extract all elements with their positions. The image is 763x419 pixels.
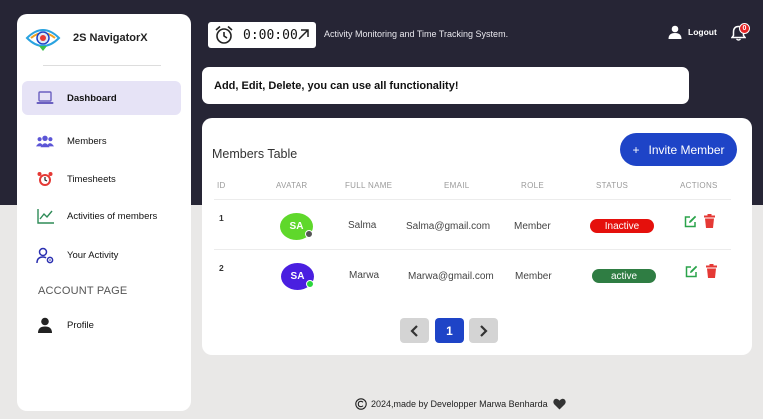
notice-banner: Add, Edit, Delete, you can use all funct… [202, 67, 689, 104]
member-role: Member [515, 271, 552, 282]
invite-member-button[interactable]: + Invite Member [620, 133, 737, 166]
sidebar-item-label: Your Activity [67, 249, 119, 261]
column-header-role: ROLE [521, 181, 544, 190]
avatar[interactable]: SA [280, 213, 313, 240]
user-icon [36, 316, 54, 334]
invite-member-label: Invite Member [648, 142, 725, 157]
edit-icon[interactable] [684, 215, 697, 228]
pagination-prev-button[interactable] [400, 318, 429, 343]
trash-icon[interactable] [704, 214, 715, 228]
footer-text: 2024,made by Developper Marwa Benharda [371, 399, 548, 409]
logout-label: Logout [688, 27, 717, 37]
member-name: Salma [348, 220, 377, 231]
column-header-email: EMAIL [444, 181, 470, 190]
sidebar-item-activities[interactable]: Activities of members [22, 199, 181, 233]
divider [43, 65, 161, 66]
divider [214, 199, 731, 200]
avatar-initials: SA [290, 271, 305, 282]
trash-icon[interactable] [706, 264, 717, 278]
chevron-right-icon [480, 324, 488, 337]
row-id: 1 [219, 213, 224, 223]
footer: 2024,made by Developper Marwa Benharda [355, 398, 566, 410]
brand-name: 2S NavigatorX [73, 32, 148, 44]
presence-dot [306, 280, 314, 288]
user-gear-icon [36, 246, 54, 264]
app-subtitle: Activity Monitoring and Time Tracking Sy… [324, 29, 509, 39]
sidebar-item-label: Profile [67, 319, 94, 331]
sidebar-item-members[interactable]: Members [22, 124, 181, 158]
column-header-id: ID [217, 181, 226, 190]
member-role: Member [514, 221, 551, 232]
members-table-card: Members Table + Invite Member ID AVATAR … [202, 118, 752, 355]
chevron-left-icon [410, 324, 418, 337]
logout-button[interactable]: Logout [668, 25, 717, 39]
sidebar-item-label: Dashboard [67, 92, 117, 104]
plus-icon: + [632, 142, 640, 157]
column-header-full-name: FULL NAME [345, 181, 393, 190]
pagination-page-button[interactable]: 1 [435, 318, 464, 343]
alarm-clock-icon [36, 170, 54, 188]
column-header-status: STATUS [596, 181, 629, 190]
arrow-up-right-icon[interactable] [297, 28, 310, 41]
line-chart-icon [36, 207, 54, 225]
edit-icon[interactable] [685, 265, 698, 278]
column-header-actions: ACTIONS [680, 181, 718, 190]
presence-dot [305, 230, 313, 238]
status-badge: Inactive [590, 219, 654, 233]
table-title: Members Table [212, 147, 298, 161]
section-title: ACCOUNT PAGE [38, 285, 128, 297]
eye-logo-icon [25, 29, 61, 51]
laptop-icon [36, 89, 54, 107]
member-email: Marwa@gmail.com [408, 271, 494, 282]
column-header-avatar: AVATAR [276, 181, 308, 190]
sidebar: 2S NavigatorX Dashboard Members Timeshee… [17, 14, 191, 411]
sidebar-item-label: Timesheets [67, 173, 116, 185]
sidebar-item-timesheets[interactable]: Timesheets [22, 162, 181, 196]
heart-icon [552, 398, 566, 410]
sidebar-item-profile[interactable]: Profile [22, 308, 181, 342]
member-name: Marwa [349, 270, 380, 281]
avatar-initials: SA [289, 221, 304, 232]
user-icon [668, 25, 682, 39]
avatar[interactable]: SA [281, 263, 314, 290]
alarm-clock-icon [215, 25, 233, 44]
sidebar-item-dashboard[interactable]: Dashboard [22, 81, 181, 115]
pagination-next-button[interactable] [469, 318, 498, 343]
users-icon [36, 132, 54, 150]
divider [214, 249, 731, 250]
status-badge: active [592, 269, 656, 283]
copyright-icon [355, 398, 367, 410]
member-email: Salma@gmail.com [406, 221, 491, 232]
timer[interactable]: 0:00:00 [208, 22, 316, 48]
notification-badge: 0 [739, 23, 750, 34]
brand[interactable]: 2S NavigatorX [25, 24, 148, 52]
sidebar-item-label: Members [67, 135, 107, 147]
sidebar-item-your-activity[interactable]: Your Activity [22, 238, 181, 272]
sidebar-item-label: Activities of members [67, 210, 158, 222]
row-id: 2 [219, 263, 224, 273]
timer-value: 0:00:00 [243, 27, 298, 43]
